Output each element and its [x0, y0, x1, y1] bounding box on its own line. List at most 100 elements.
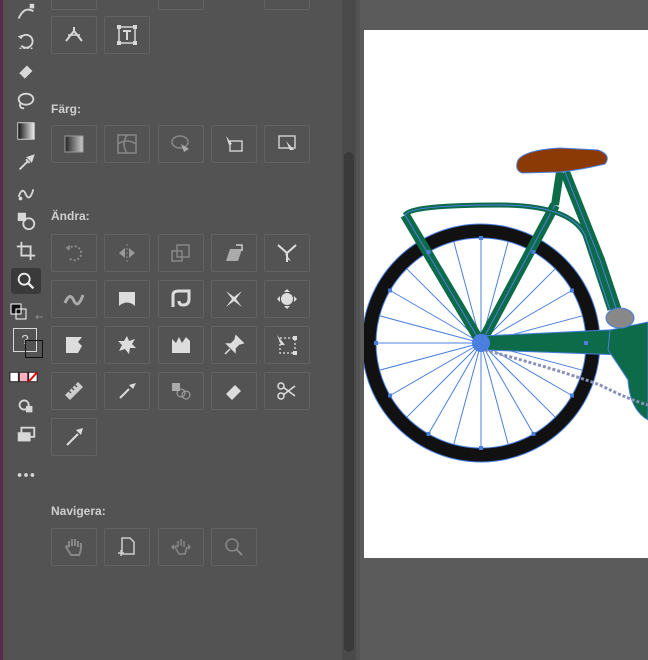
- tool-button-hand[interactable]: [51, 528, 97, 566]
- draw-mode-button[interactable]: [11, 392, 41, 418]
- tool-button-warp[interactable]: [104, 280, 150, 318]
- tool-button-crystallize[interactable]: [104, 326, 150, 364]
- tool-button-print-tiling[interactable]: [104, 528, 150, 566]
- tool-button-gradient[interactable]: [51, 125, 97, 163]
- tool-button-scale[interactable]: [158, 234, 204, 272]
- width-icon: [63, 294, 85, 306]
- area-type-icon: [117, 25, 137, 45]
- rotate-tool[interactable]: [11, 28, 41, 54]
- shape-builder-tool[interactable]: [11, 208, 41, 234]
- tool-button-blend[interactable]: [158, 372, 204, 410]
- tool-button-pucker[interactable]: [211, 280, 257, 318]
- tool-button-hidden-3[interactable]: [264, 0, 310, 10]
- anchor-point: [531, 431, 536, 436]
- tool-button-width[interactable]: [51, 280, 97, 318]
- ruler-icon: [65, 382, 83, 400]
- tool-button-puppet-warp[interactable]: [211, 326, 257, 364]
- pucker-icon: [226, 291, 242, 307]
- tool-button-reflect[interactable]: [104, 234, 150, 272]
- curvature-tool[interactable]: [11, 0, 41, 26]
- tool-button-free-transform[interactable]: [264, 326, 310, 364]
- swap-colors-icon: [10, 303, 27, 320]
- wrinkle-icon: [172, 337, 190, 353]
- tool-button-shear[interactable]: [211, 234, 257, 272]
- anchor-convert-icon: [65, 27, 83, 42]
- bike-seat: [516, 147, 608, 174]
- eraser-icon: [18, 65, 33, 80]
- shear-icon: [226, 244, 243, 261]
- live-paint-icon: [171, 135, 189, 152]
- scissors-icon: [277, 382, 296, 400]
- anchor-point: [479, 236, 483, 240]
- tools-toolbar: ?: [3, 0, 44, 660]
- artboard-tool[interactable]: [11, 238, 41, 264]
- bicycle-artwork[interactable]: [364, 30, 648, 558]
- tool-button-measure[interactable]: [51, 372, 97, 410]
- tool-button-wrinkle[interactable]: [158, 326, 204, 364]
- tool-button-live-paint[interactable]: [158, 125, 204, 163]
- lasso-tool[interactable]: [11, 88, 41, 114]
- swap-colors-button[interactable]: [9, 302, 29, 322]
- hand-icon: [64, 539, 82, 556]
- reshape-icon: [277, 244, 297, 262]
- print-tiling-icon: [118, 537, 135, 556]
- screen-mode-button[interactable]: [11, 422, 41, 448]
- toolbar-arrow-icon: [35, 308, 43, 320]
- color-mode-buttons[interactable]: [9, 370, 39, 384]
- anchor-point: [426, 250, 431, 255]
- wheel-spoke: [379, 342, 482, 371]
- tool-button-hidden-1[interactable]: [51, 0, 97, 10]
- tool-button-rotate[interactable]: [51, 234, 97, 272]
- panel-scrollbar-thumb[interactable]: [344, 152, 354, 652]
- tool-button-scissors[interactable]: [264, 372, 310, 410]
- draw-mode-icon: [18, 399, 33, 413]
- tool-button-perspective-select[interactable]: [264, 125, 310, 163]
- free-transform-icon: [277, 335, 297, 355]
- lasso-icon: [17, 92, 35, 110]
- gradient-tool[interactable]: [11, 118, 41, 144]
- tool-button-eraser[interactable]: [211, 372, 257, 410]
- gradient-icon: [64, 135, 84, 153]
- perspective-select-icon: [278, 135, 296, 150]
- tool-button-hidden-2[interactable]: [158, 0, 204, 10]
- rotate-icon: [17, 33, 34, 50]
- anchor-point: [388, 288, 393, 293]
- edit-toolbar-button[interactable]: [11, 462, 41, 488]
- eyedropper-tool[interactable]: [11, 150, 41, 176]
- tool-button-reshape[interactable]: [264, 234, 310, 272]
- eyedropper-icon: [18, 154, 35, 171]
- tool-button-scallop[interactable]: [51, 326, 97, 364]
- more-tools-icon: [17, 473, 35, 477]
- tool-button-mesh[interactable]: [104, 125, 150, 163]
- tool-button-rotate-view[interactable]: [158, 528, 204, 566]
- tool-button-anchor-convert[interactable]: [51, 16, 97, 54]
- anchor-point: [479, 446, 483, 450]
- tool-button-knife[interactable]: [51, 418, 97, 456]
- eraser-tool[interactable]: [11, 58, 41, 84]
- tool-button-twirl[interactable]: [158, 280, 204, 318]
- reflect-icon: [119, 244, 135, 262]
- scale-icon: [171, 244, 190, 262]
- section-label-navigate: Navigera:: [51, 504, 106, 518]
- tool-button-bloat[interactable]: [264, 280, 310, 318]
- eraser-icon: [226, 385, 241, 400]
- section-label-modify: Ändra:: [51, 209, 90, 223]
- section-label-color: Färg:: [51, 102, 81, 116]
- anchor-point: [531, 250, 536, 255]
- blend-icon: [172, 383, 191, 400]
- tool-button-eyedropper[interactable]: [104, 372, 150, 410]
- stroke-swatch: [25, 340, 43, 358]
- wheel-spoke: [480, 342, 556, 418]
- fill-stroke-swatch[interactable]: ?: [11, 326, 45, 360]
- rotate-view-icon: [171, 539, 191, 555]
- blend-tool[interactable]: [11, 180, 41, 206]
- tool-button-live-paint-select[interactable]: [211, 125, 257, 163]
- scallop-icon: [66, 337, 82, 353]
- pin-icon: [224, 334, 245, 355]
- all-tools-panel: Färg: Ändra: Navigera:: [44, 0, 360, 660]
- zoom-tool[interactable]: [11, 268, 41, 294]
- twirl-icon: [171, 289, 191, 307]
- anchor-point: [569, 393, 574, 398]
- tool-button-zoom[interactable]: [211, 528, 257, 566]
- tool-button-area-type[interactable]: [104, 16, 150, 54]
